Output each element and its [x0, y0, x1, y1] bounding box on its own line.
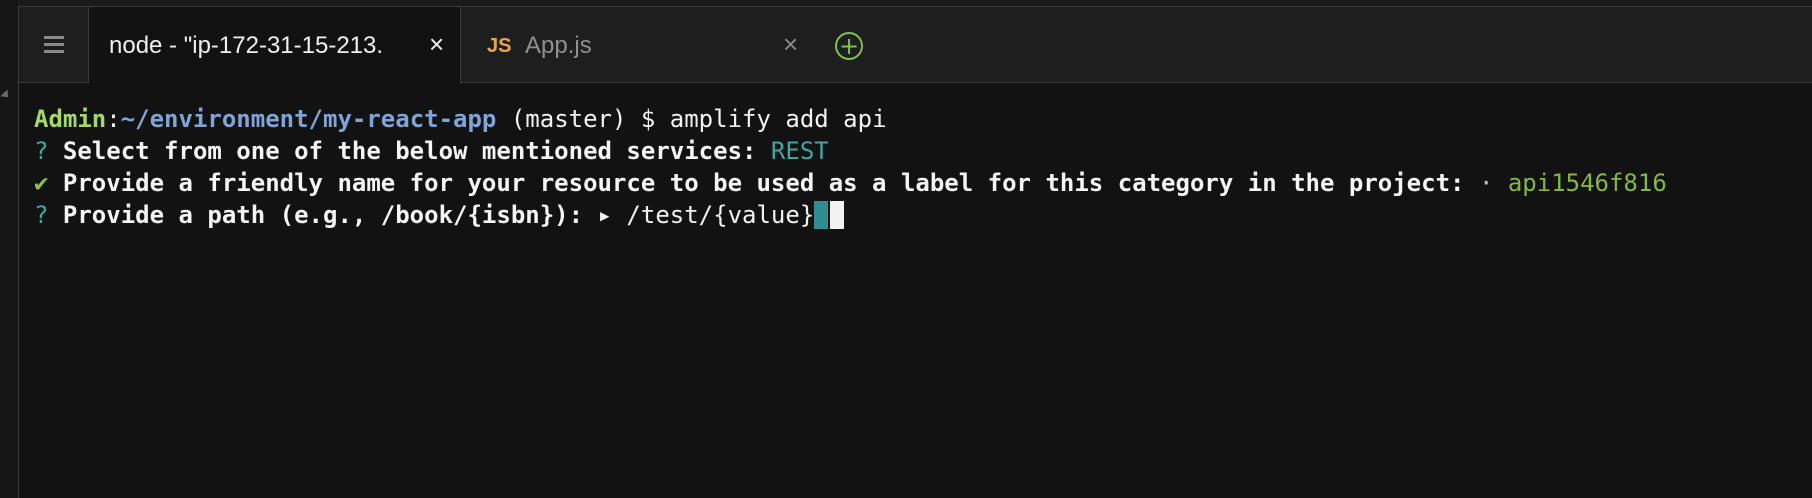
question-text: Select from one of the below mentioned s…: [48, 137, 771, 165]
pointer-arrow-icon: ▸: [597, 201, 612, 229]
answer-text: REST: [770, 137, 829, 165]
close-icon[interactable]: ×: [429, 29, 444, 60]
question-mark: ?: [34, 137, 49, 165]
check-icon: ✔: [34, 169, 49, 197]
terminal-line-name: ✔ Provide a friendly name for your resou…: [34, 167, 1812, 199]
separator-dot: ·: [1478, 169, 1494, 197]
tab-app-js[interactable]: JS App.js ×: [461, 7, 817, 83]
terminal-output[interactable]: Admin:~/environment/my-react-app (master…: [34, 103, 1812, 231]
terminal-window: node - "ip-172-31-15-213. × JS App.js × …: [18, 6, 1812, 498]
tab-title: node - "ip-172-31-15-213.: [109, 32, 384, 59]
tab-bar: node - "ip-172-31-15-213. × JS App.js × …: [19, 7, 1812, 84]
selection-cursor: [814, 201, 829, 229]
menu-button[interactable]: [19, 7, 89, 82]
prompt-colon: :: [106, 105, 121, 133]
hamburger-icon: [43, 36, 64, 53]
plus-circle-icon[interactable]: +: [835, 32, 863, 60]
path-input[interactable]: /test/{value}: [612, 201, 814, 229]
collapse-arrow-icon[interactable]: [0, 89, 12, 101]
terminal-line-service: ? Select from one of the below mentioned…: [34, 135, 1812, 167]
new-tab-symbol: +: [838, 32, 860, 60]
answer-text: api1546f816: [1493, 169, 1667, 197]
terminal-line-path: ? Provide a path (e.g., /book/{isbn}): ▸…: [34, 199, 1812, 231]
terminal-line-command: Admin:~/environment/my-react-app (master…: [34, 103, 1812, 135]
question-text: Provide a friendly name for your resourc…: [48, 169, 1479, 197]
tab-terminal[interactable]: node - "ip-172-31-15-213. ×: [89, 7, 461, 84]
left-gutter: [0, 0, 18, 498]
question-mark: ?: [34, 201, 49, 229]
prompt-path: ~/environment/my-react-app: [120, 105, 497, 133]
text-cursor: [830, 201, 845, 229]
prompt-command: (master) $ amplify add api: [496, 105, 887, 133]
question-text: Provide a path (e.g., /book/{isbn}):: [48, 201, 598, 229]
prompt-user: Admin: [34, 105, 107, 133]
tab-title: App.js: [525, 32, 592, 59]
js-file-icon: JS: [487, 35, 512, 57]
close-icon[interactable]: ×: [783, 29, 798, 60]
